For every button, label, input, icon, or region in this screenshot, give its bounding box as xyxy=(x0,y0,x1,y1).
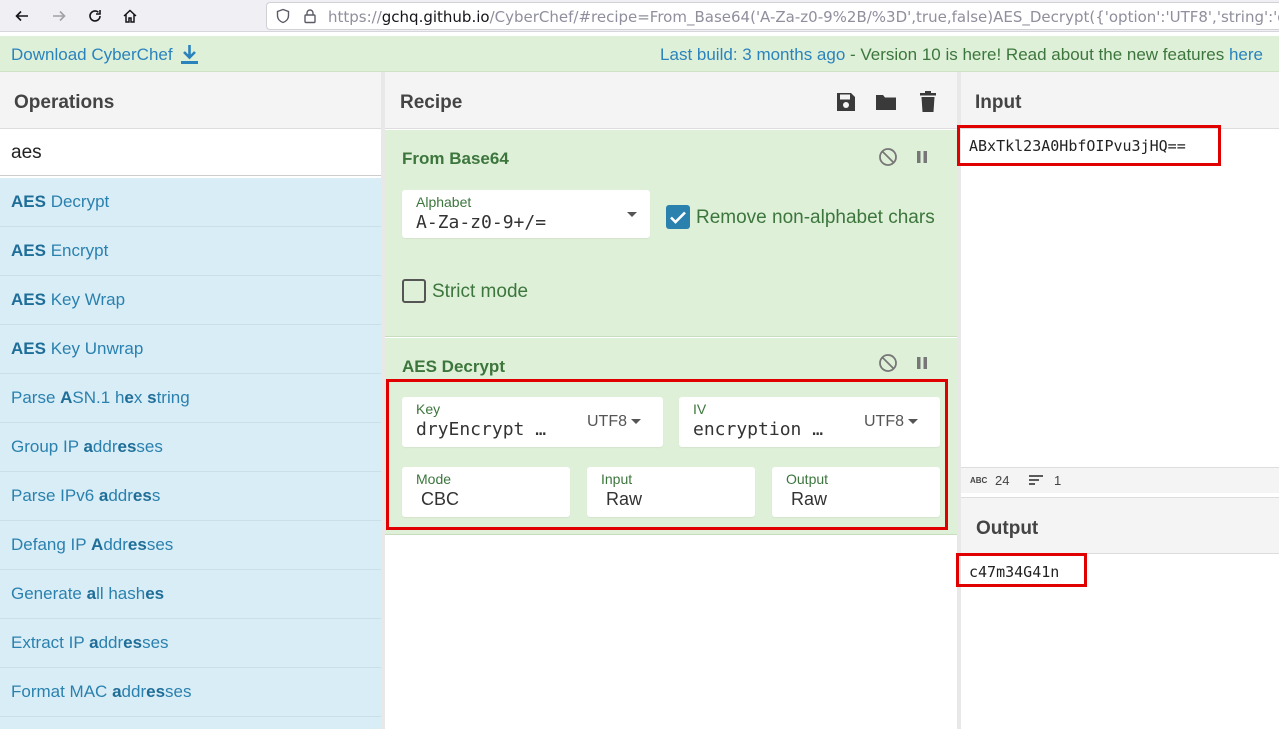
forward-arrow-icon xyxy=(53,10,66,22)
chevron-down-icon[interactable] xyxy=(627,212,637,217)
url-text: https://gchq.github.io/CyberChef/#recipe… xyxy=(328,8,1279,26)
url-scheme: https:// xyxy=(328,8,382,26)
remove-non-alphabet-label[interactable]: Remove non-alphabet chars xyxy=(696,207,935,229)
alphabet-value: A-Za-z0-9+/= xyxy=(416,212,547,233)
disable-icon[interactable] xyxy=(878,147,898,167)
operation-item[interactable]: Format MAC addresses xyxy=(0,668,381,717)
folder-icon[interactable] xyxy=(874,90,898,114)
input-header: Input xyxy=(961,72,1279,129)
remove-non-alphabet-checkbox[interactable] xyxy=(666,205,690,229)
alphabet-label: Alphabet xyxy=(416,194,472,210)
operations-title: Operations xyxy=(14,92,115,113)
operations-search[interactable] xyxy=(0,130,381,176)
download-link[interactable]: Download CyberChef xyxy=(11,45,173,65)
operation-item[interactable]: Defang IP Addresses xyxy=(0,521,381,570)
notification-banner: Download CyberChef Last build: 3 months … xyxy=(0,36,1279,72)
search-input[interactable] xyxy=(0,130,381,176)
length-icon: ABC xyxy=(970,476,988,485)
lines-icon xyxy=(1029,475,1043,485)
forward-button[interactable] xyxy=(47,4,71,28)
from-base64-operation: From Base64 Alphabet A-Za-z0-9+/= Remove… xyxy=(385,130,957,337)
disable-icon[interactable] xyxy=(878,353,898,373)
operation-item[interactable]: AES Decrypt xyxy=(0,178,381,227)
url-path: /CyberChef/#recipe=From_Base64('A-Za-z0-… xyxy=(489,8,1279,26)
back-arrow-icon xyxy=(15,10,28,22)
back-button[interactable] xyxy=(10,4,34,28)
features-link[interactable]: here xyxy=(1229,45,1263,64)
url-bar[interactable]: https://gchq.github.io/CyberChef/#recipe… xyxy=(266,2,1279,30)
aes-decrypt-title: AES Decrypt xyxy=(402,357,505,376)
from-base64-title: From Base64 xyxy=(402,149,509,168)
strict-mode-checkbox[interactable] xyxy=(402,279,426,303)
strict-mode-label[interactable]: Strict mode xyxy=(432,281,528,303)
operation-item[interactable]: Parse IPv6 address xyxy=(0,472,381,521)
operation-item[interactable]: AES Key Unwrap xyxy=(0,325,381,374)
trash-icon[interactable] xyxy=(916,90,940,114)
recipe-header: Recipe xyxy=(385,72,957,129)
operation-item[interactable]: Parse ASN.1 hex string xyxy=(0,374,381,423)
shield-icon[interactable] xyxy=(275,8,291,24)
operation-item[interactable]: Group IP addresses xyxy=(0,423,381,472)
operation-item[interactable]: Generate all hashes xyxy=(0,570,381,619)
pause-icon[interactable] xyxy=(912,147,932,167)
input-status-bar: ABC 24 1 xyxy=(961,467,1279,493)
url-host: gchq.github.io xyxy=(381,8,490,26)
operation-item[interactable]: Extract IP addresses xyxy=(0,619,381,668)
home-button[interactable] xyxy=(118,4,142,28)
alphabet-select[interactable]: Alphabet A-Za-z0-9+/= xyxy=(402,190,650,238)
reload-button[interactable] xyxy=(83,4,107,28)
checkmark-icon xyxy=(670,211,686,224)
operation-item[interactable]: AES Encrypt xyxy=(0,227,381,276)
pause-icon[interactable] xyxy=(912,353,932,373)
output-title: Output xyxy=(976,518,1039,539)
operations-header: Operations xyxy=(0,72,381,129)
input-lines: 1 xyxy=(1054,473,1062,488)
home-icon xyxy=(123,9,137,23)
save-icon[interactable] xyxy=(834,90,858,114)
input-textarea[interactable]: ABxTkl23A0HbfOIPvu3jHQ== xyxy=(961,130,1279,467)
download-icon[interactable] xyxy=(179,43,200,65)
input-length: 24 xyxy=(995,473,1010,488)
last-build-text: Last build: 3 months ago xyxy=(660,45,846,64)
recipe-title: Recipe xyxy=(400,92,463,113)
aes-params-highlight xyxy=(386,379,948,530)
input-title: Input xyxy=(975,92,1022,113)
reload-icon xyxy=(89,10,101,22)
build-notice: Last build: 3 months ago - Version 10 is… xyxy=(660,45,1263,65)
lock-icon[interactable] xyxy=(302,8,318,24)
operations-list: AES Decrypt AES Encrypt AES Key Wrap AES Ke… xyxy=(0,178,381,729)
output-highlight xyxy=(956,553,1087,587)
output-header: Output xyxy=(961,497,1279,554)
input-highlight xyxy=(957,125,1221,166)
browser-toolbar: https://gchq.github.io/CyberChef/#recipe… xyxy=(0,0,1279,32)
version-text: - Version 10 is here! Read about the new… xyxy=(845,45,1229,64)
operation-item[interactable]: AES Key Wrap xyxy=(0,276,381,325)
